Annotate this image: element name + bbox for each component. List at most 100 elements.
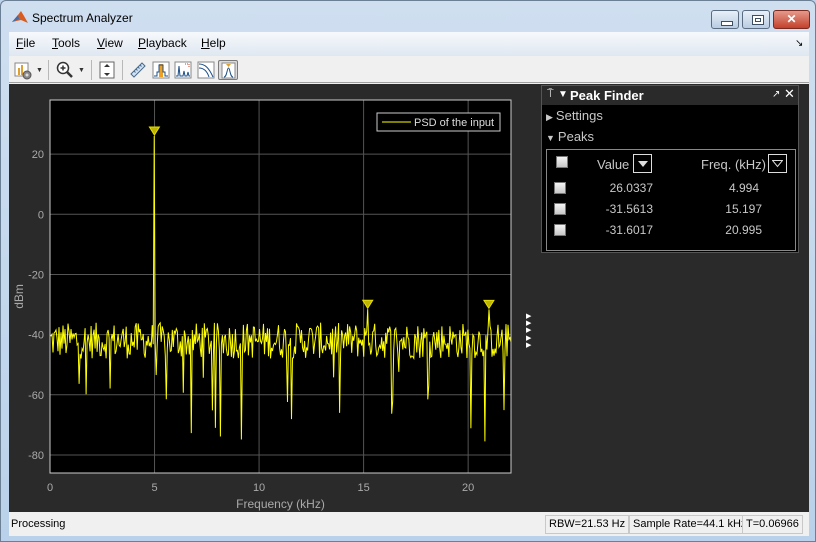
menu-mnemonic: P — [138, 36, 147, 50]
ccdf-icon — [197, 61, 215, 79]
rbw-readout: RBW=21.53 Hz — [545, 515, 630, 534]
pin-icon[interactable]: ⍑ — [547, 88, 554, 101]
expand-icon: ▶ — [546, 112, 553, 122]
collapse-panel-icon[interactable]: ▼ — [558, 89, 568, 100]
row-checkbox[interactable] — [554, 182, 566, 194]
close-panel-icon[interactable]: ✕ — [784, 86, 795, 102]
value-sort-button[interactable] — [633, 154, 652, 173]
zoom-dropdown-icon[interactable]: ▼ — [78, 67, 85, 74]
section-label: Settings — [555, 108, 603, 123]
toolbar-separator — [48, 60, 49, 80]
client-area: File Tools View Playback Help ↘ ▼ ▼ 0 5 … — [9, 32, 809, 536]
menu-file[interactable]: File — [16, 36, 35, 50]
channel-measure-icon — [152, 61, 170, 79]
scale-y-axis-button[interactable] — [97, 60, 117, 80]
peaks-table: Value Freq. (kHz) 26.0337 4.994 -31.5613… — [546, 149, 796, 251]
legend-label: PSD of the input — [414, 117, 494, 129]
value-column-header: Value — [597, 157, 630, 172]
close-icon: ✕ — [786, 12, 797, 26]
x-tick-label: 10 — [253, 482, 265, 494]
settings-section[interactable]: ▶ Settings — [546, 108, 603, 123]
maximize-icon — [743, 11, 769, 28]
menu-tools[interactable]: Tools — [52, 36, 80, 50]
cursor-measurements-button[interactable] — [128, 60, 148, 80]
peak-finder-button[interactable] — [218, 60, 238, 80]
menu-help[interactable]: Help — [201, 36, 226, 50]
peak-value: 26.0337 — [609, 181, 653, 195]
toolbar: ▼ ▼ — [9, 57, 809, 83]
peak-freq: 20.995 — [725, 223, 762, 237]
zoom-in-button[interactable] — [55, 60, 75, 80]
y-tick-label: -40 — [28, 330, 44, 342]
peak-freq: 15.197 — [725, 202, 762, 216]
peak-finder-icon — [221, 62, 236, 79]
toolbar-separator — [122, 60, 123, 80]
undock-arrow-icon[interactable]: ↘ — [795, 38, 803, 49]
close-button[interactable]: ✕ — [773, 10, 810, 29]
sort-outline-icon — [772, 160, 783, 168]
peak-freq: 4.994 — [728, 181, 759, 195]
peaks-section[interactable]: ▼ Peaks — [546, 129, 594, 144]
freq-sort-button[interactable] — [768, 154, 787, 173]
panel-resize-arrows[interactable]: ▶ ▶ ▶ ▶ ▶ — [526, 313, 531, 349]
distortion-measurements-button[interactable] — [173, 60, 193, 80]
x-tick-label: 20 — [462, 482, 474, 494]
zoom-in-icon — [56, 61, 73, 78]
menu-mnemonic: V — [97, 36, 105, 50]
undock-icon[interactable]: ↗ — [772, 89, 780, 100]
menu-view[interactable]: View — [97, 36, 123, 50]
peak-value: -31.6017 — [605, 223, 653, 237]
matlab-logo-icon — [12, 11, 28, 23]
y-tick-label: -20 — [28, 269, 44, 281]
menu-label: ools — [58, 36, 81, 50]
peak-value: -31.5613 — [605, 202, 653, 216]
x-axis-label: Frequency (kHz) — [236, 497, 325, 511]
freq-column-header: Freq. (kHz) — [701, 157, 766, 172]
minimize-button[interactable] — [711, 10, 739, 29]
spectrum-plot[interactable]: 0 5 10 15 20 20 0 -20 -40 -60 -80 PSD of the input F… — [9, 84, 539, 512]
y-tick-label: 0 — [38, 209, 44, 221]
x-tick-label: 0 — [47, 482, 53, 494]
y-tick-label: -80 — [28, 450, 44, 462]
menu-bar: File Tools View Playback Help ↘ — [9, 32, 809, 56]
ruler-icon — [130, 62, 146, 78]
panel-title: Peak Finder — [570, 88, 644, 103]
plot-area: 0 5 10 15 20 20 0 -20 -40 -60 -80 PSD of the input F… — [9, 84, 809, 512]
axes-background — [50, 100, 511, 473]
sample-rate-readout: Sample Rate=44.1 kHz — [629, 515, 751, 534]
time-readout: T=0.06966 — [742, 515, 803, 534]
autoscale-icon — [99, 61, 115, 79]
menu-mnemonic: H — [201, 36, 210, 50]
peak-finder-panel: ⍑ ▼ Peak Finder ↗ ✕ ▶ Settings ▼ Peaks Val… — [541, 85, 799, 253]
window-title: Spectrum Analyzer — [32, 11, 133, 25]
y-tick-label: -60 — [28, 390, 44, 402]
spectrum-analyzer-window: Spectrum Analyzer ✕ File Tools View Play… — [0, 0, 816, 542]
collapse-icon: ▼ — [546, 133, 555, 143]
y-axis-label: dBm — [12, 284, 26, 309]
menu-label: layback — [146, 36, 187, 50]
select-all-checkbox[interactable] — [556, 156, 568, 168]
menu-label: elp — [209, 36, 226, 50]
status-bar: Processing RBW=21.53 Hz Sample Rate=44.1… — [9, 512, 809, 536]
row-checkbox[interactable] — [554, 203, 566, 215]
minimize-icon — [712, 11, 738, 28]
settings-dropdown-icon[interactable]: ▼ — [36, 67, 43, 74]
status-text: Processing — [11, 518, 66, 530]
menu-playback[interactable]: Playback — [138, 36, 187, 50]
x-tick-label: 15 — [357, 482, 369, 494]
section-label: Peaks — [557, 129, 595, 144]
y-tick-label: 20 — [32, 149, 44, 161]
distortion-icon — [174, 61, 192, 79]
menu-label: iew — [104, 36, 123, 50]
maximize-button[interactable] — [742, 10, 770, 29]
chart-gear-icon — [14, 62, 32, 80]
spectrum-settings-button[interactable] — [13, 60, 33, 80]
row-checkbox[interactable] — [554, 224, 566, 236]
menu-label: ile — [23, 36, 36, 50]
toolbar-separator — [91, 60, 92, 80]
title-bar[interactable]: Spectrum Analyzer ✕ — [1, 1, 815, 31]
channel-measurements-button[interactable] — [151, 60, 171, 80]
peak-finder-header: ⍑ ▼ Peak Finder ↗ ✕ — [542, 86, 798, 105]
ccdf-measurements-button[interactable] — [196, 60, 216, 80]
x-tick-label: 5 — [151, 482, 157, 494]
